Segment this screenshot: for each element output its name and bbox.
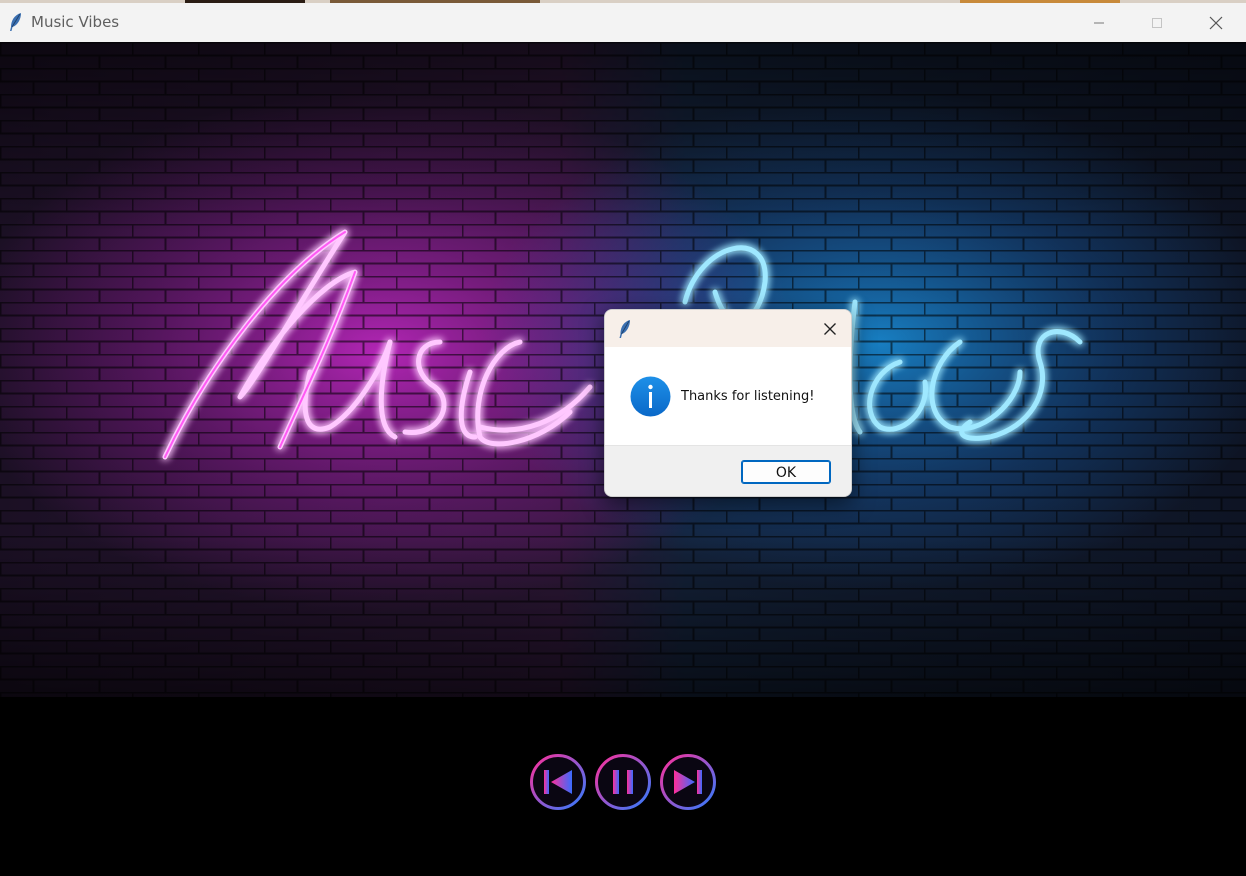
dialog-title-bar [605, 310, 851, 347]
close-icon [1209, 16, 1223, 29]
playback-controls [0, 697, 1246, 876]
dialog-footer: OK [605, 445, 851, 496]
feather-icon [619, 320, 630, 338]
next-track-button[interactable] [659, 753, 717, 811]
dialog-close-button[interactable] [813, 312, 847, 346]
title-bar: Music Vibes [0, 3, 1246, 43]
minimize-icon [1094, 22, 1104, 23]
close-button[interactable] [1187, 3, 1245, 42]
dialog-body: Thanks for listening! [605, 347, 851, 445]
close-icon [824, 323, 836, 335]
window-title: Music Vibes [31, 13, 120, 31]
maximize-button[interactable] [1128, 3, 1186, 42]
previous-track-button[interactable] [529, 753, 587, 811]
pause-button[interactable] [594, 753, 652, 811]
feather-icon [10, 13, 21, 31]
info-icon [630, 376, 671, 417]
ok-button[interactable]: OK [741, 460, 831, 484]
info-dialog: Thanks for listening! OK [604, 309, 852, 497]
maximize-icon [1152, 17, 1162, 28]
minimize-button[interactable] [1070, 3, 1128, 42]
dialog-message: Thanks for listening! [681, 389, 815, 404]
